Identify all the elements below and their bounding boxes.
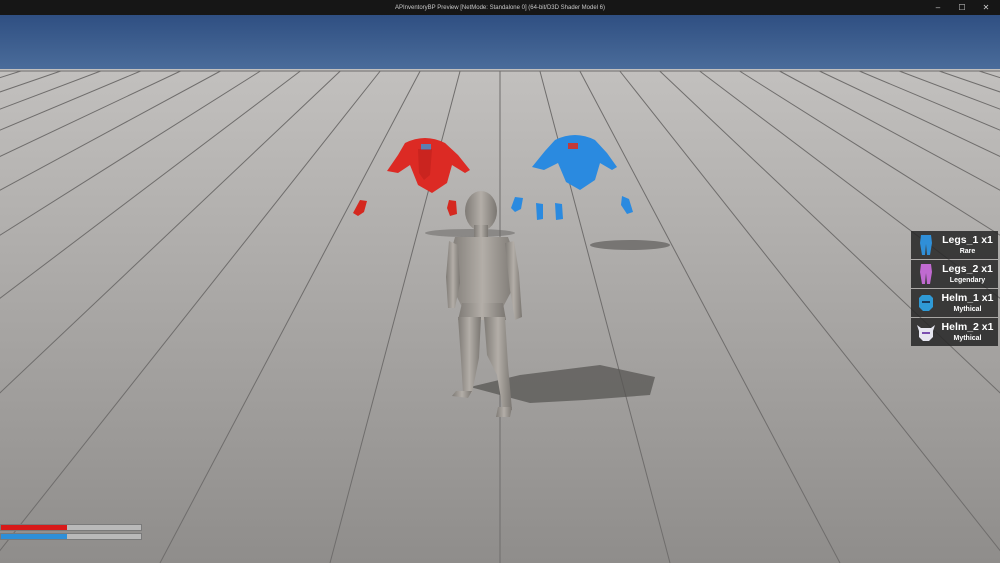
minimize-button[interactable]: –	[932, 0, 944, 15]
item-rarity: Legendary	[949, 277, 986, 284]
item-name: Helm_2 x1	[941, 321, 994, 333]
maximize-button[interactable]: ☐	[956, 0, 968, 15]
health-bar-fill	[1, 525, 67, 530]
game-viewport[interactable]	[0, 15, 1000, 563]
sky	[0, 15, 1000, 71]
blue-armor-shadow	[590, 240, 670, 250]
mana-bar	[0, 533, 142, 540]
item-name: Legs_2 x1	[942, 263, 993, 275]
health-bar	[0, 524, 142, 531]
helm-icon	[917, 325, 935, 341]
item-rarity: Mythical	[953, 306, 982, 313]
inventory-panel: Legs_1 x1 Rare Legs_2 x1 Legendary Helm_…	[911, 231, 998, 346]
inventory-slot-helm-1[interactable]: Helm_1 x1 Mythical	[911, 289, 998, 317]
title-bar[interactable]: APInventoryBP Preview [NetMode: Standalo…	[0, 0, 1000, 15]
item-rarity: Mythical	[953, 335, 982, 342]
status-bars	[0, 524, 142, 542]
scene	[0, 15, 1000, 563]
item-name: Legs_1 x1	[942, 234, 993, 246]
item-name: Helm_1 x1	[941, 292, 994, 304]
legs-icon	[920, 264, 932, 284]
legs-icon	[920, 235, 932, 255]
mana-bar-fill	[1, 534, 67, 539]
item-rarity: Rare	[959, 248, 976, 255]
window-title: APInventoryBP Preview [NetMode: Standalo…	[395, 4, 605, 11]
inventory-slot-legs-2[interactable]: Legs_2 x1 Legendary	[911, 260, 998, 288]
helm-icon	[919, 295, 933, 311]
close-button[interactable]: ✕	[980, 0, 992, 15]
game-window: APInventoryBP Preview [NetMode: Standalo…	[0, 0, 1000, 563]
red-armor-shadow	[425, 229, 515, 237]
window-controls: – ☐ ✕	[932, 0, 992, 15]
inventory-slot-helm-2[interactable]: Helm_2 x1 Mythical	[911, 318, 998, 346]
inventory-slot-legs-1[interactable]: Legs_1 x1 Rare	[911, 231, 998, 259]
